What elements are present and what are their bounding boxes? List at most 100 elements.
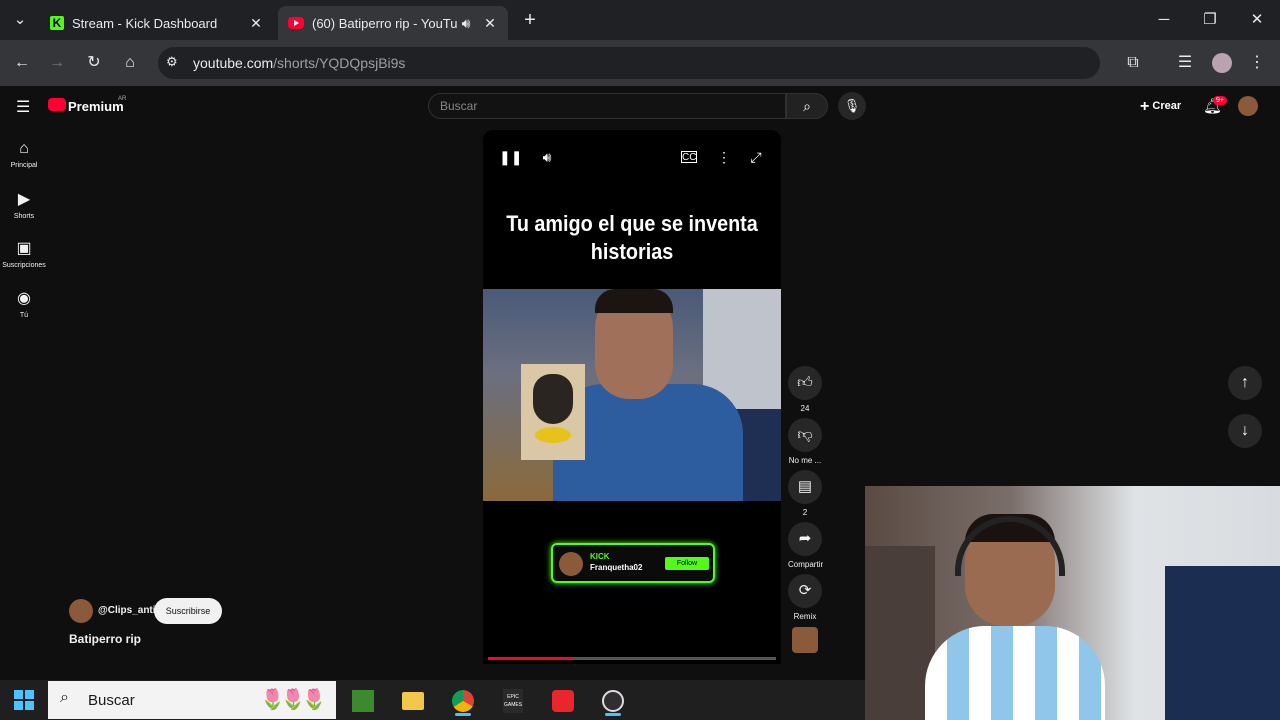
kick-follow-button: Follow <box>665 557 709 570</box>
channel-handle[interactable]: @Clips_anti <box>98 605 156 616</box>
webcam-overlay <box>865 486 1280 720</box>
thumbs-up-icon: 👍︎ <box>788 366 822 400</box>
region-code: AR <box>118 96 127 102</box>
remix-label: Remix <box>793 612 817 621</box>
close-window-icon[interactable]: ✕ <box>1243 8 1271 32</box>
share-icon: ➦ <box>788 522 822 556</box>
share-label: Compartir <box>788 560 824 569</box>
create-button[interactable]: + Crear <box>1140 98 1181 116</box>
next-short-button[interactable]: ↓ <box>1228 414 1262 448</box>
dislike-button[interactable]: 👎︎ No me ... <box>788 418 822 465</box>
kick-username: Franquetha02 <box>590 563 643 572</box>
hamburger-menu-icon[interactable]: ☰ <box>16 97 30 117</box>
nav-label: Suscripciones <box>2 262 46 269</box>
subscribe-button[interactable]: Suscribirse <box>154 598 222 624</box>
account-avatar[interactable] <box>1238 96 1258 116</box>
youtube-favicon-icon <box>288 17 304 29</box>
share-button[interactable]: ➦ Compartir <box>788 522 824 569</box>
streamer-avatar <box>559 552 583 576</box>
like-count: 24 <box>800 404 810 413</box>
previous-short-button[interactable]: ↑ <box>1228 366 1262 400</box>
taskbar-search-placeholder: Buscar <box>88 692 135 709</box>
back-icon[interactable]: ← <box>9 50 35 76</box>
reload-icon[interactable]: ↻ <box>81 50 107 76</box>
extensions-icon[interactable]: ⧉ <box>1120 50 1146 76</box>
url-path: /shorts/YQDQpsjBi9s <box>273 55 406 71</box>
minimize-icon[interactable]: ─ <box>1150 8 1178 32</box>
kick-follow-overlay: KICK Franquetha02 Follow <box>551 543 715 583</box>
kick-favicon-icon: K <box>50 16 64 30</box>
search-button[interactable]: ⌕ <box>786 93 828 119</box>
tab-title: (60) Batiperro rip - YouTube <box>312 15 458 31</box>
nav-label: Shorts <box>13 213 35 220</box>
shorts-icon: ▶ <box>17 191 31 208</box>
home-icon[interactable]: ⌂ <box>117 50 143 76</box>
volume-icon[interactable]: 🔊︎ <box>536 146 558 168</box>
chrome-app-icon[interactable] <box>443 684 483 716</box>
url-domain: youtube.com <box>193 55 274 71</box>
arrow-up-icon: ↑ <box>1241 374 1249 391</box>
windows-start-icon[interactable] <box>14 690 34 710</box>
comment-count: 2 <box>802 508 808 517</box>
voice-search-mic-icon[interactable]: 🎙︎ <box>838 92 866 120</box>
youtube-logo-icon[interactable] <box>48 98 66 111</box>
search-icon: ⌕ <box>60 689 69 706</box>
menu-kebab-icon[interactable]: ⋮ <box>1244 50 1270 76</box>
nav-label: Principal <box>10 162 38 169</box>
tab-close-icon[interactable]: ✕ <box>482 15 498 32</box>
sound-source-thumbnail[interactable] <box>792 627 818 653</box>
search-input[interactable]: Buscar <box>428 93 786 119</box>
dislike-label: No me ... <box>788 456 822 465</box>
obs-studio-icon[interactable] <box>593 684 633 716</box>
nav-item-principal[interactable]: ⌂ Principal <box>0 140 48 169</box>
create-label: Crear <box>1152 100 1182 112</box>
tab-kick-dashboard[interactable]: K Stream - Kick Dashboard ✕ <box>40 6 274 40</box>
media-controls-icon[interactable]: ☰ <box>1172 50 1198 76</box>
video-progress-bar[interactable] <box>488 657 776 660</box>
like-button[interactable]: 👍︎ 24 <box>788 366 822 413</box>
taskbar-search-input[interactable]: ⌕ Buscar 🌷🌷🌷 <box>48 681 336 719</box>
wps-office-icon[interactable] <box>543 684 583 716</box>
epic-games-icon[interactable]: EPIC GAMES <box>493 684 533 716</box>
nav-label: Tú <box>19 312 29 319</box>
new-tab-icon[interactable]: + <box>516 8 544 32</box>
progress-fill <box>488 657 575 660</box>
tab-youtube-video[interactable]: (60) Batiperro rip - YouTube 🔊︎ ✕ <box>278 6 508 40</box>
video-caption: Tu amigo el que se inventa historias <box>506 211 758 264</box>
search-icon: ⌕ <box>803 98 811 114</box>
youtube-premium-logo[interactable]: Premium <box>68 99 124 114</box>
comments-button[interactable]: ▤ 2 <box>788 470 822 517</box>
browser-tab-bar: ⌄ K Stream - Kick Dashboard ✕ (60) Batip… <box>0 0 1280 40</box>
profile-avatar[interactable] <box>1209 50 1235 76</box>
site-info-icon[interactable]: ⚙ <box>166 54 178 70</box>
restore-icon[interactable]: ❐ <box>1196 8 1224 32</box>
video-title[interactable]: Batiperro rip <box>69 632 141 646</box>
forward-icon[interactable]: → <box>44 50 70 76</box>
speaker-icon[interactable]: 🔊︎ <box>458 15 474 32</box>
kick-brand: KICK <box>590 552 610 561</box>
minecraft-app-icon[interactable] <box>343 684 383 716</box>
epic-games-label: EPIC GAMES <box>503 689 523 714</box>
url-text[interactable]: youtube.com/shorts/YQDQpsjBi9s <box>193 55 405 71</box>
tulips-icon: 🌷🌷🌷 <box>260 689 327 711</box>
nav-item-tu[interactable]: ◉ Tú <box>0 288 48 319</box>
remix-button[interactable]: ⟳ Remix <box>788 574 822 621</box>
nav-item-shorts[interactable]: ▶ Shorts <box>0 189 48 220</box>
tab-search-icon[interactable]: ⌄ <box>6 8 34 32</box>
tab-close-icon[interactable]: ✕ <box>248 15 264 32</box>
notification-badge: 9+ <box>1213 96 1227 105</box>
pause-icon[interactable]: ❚❚ <box>499 146 522 168</box>
tab-title: Stream - Kick Dashboard <box>72 15 218 31</box>
more-options-icon[interactable]: ⋮ <box>713 146 735 168</box>
comment-icon: ▤ <box>788 470 822 504</box>
fullscreen-icon[interactable]: ⤢ <box>745 146 767 168</box>
you-icon: ◉ <box>17 290 31 307</box>
channel-avatar[interactable] <box>69 599 93 623</box>
closed-captions-icon[interactable]: CC <box>681 151 697 163</box>
video-frame <box>483 289 781 501</box>
home-icon: ⌂ <box>19 140 29 157</box>
file-explorer-icon[interactable] <box>393 684 433 716</box>
shorts-video-player[interactable]: ❚❚ 🔊︎ CC ⋮ ⤢ Tu amigo el que se inventa … <box>483 130 781 664</box>
plus-icon: + <box>1140 98 1150 115</box>
nav-item-suscripciones[interactable]: ▣ Suscripciones <box>0 238 48 269</box>
